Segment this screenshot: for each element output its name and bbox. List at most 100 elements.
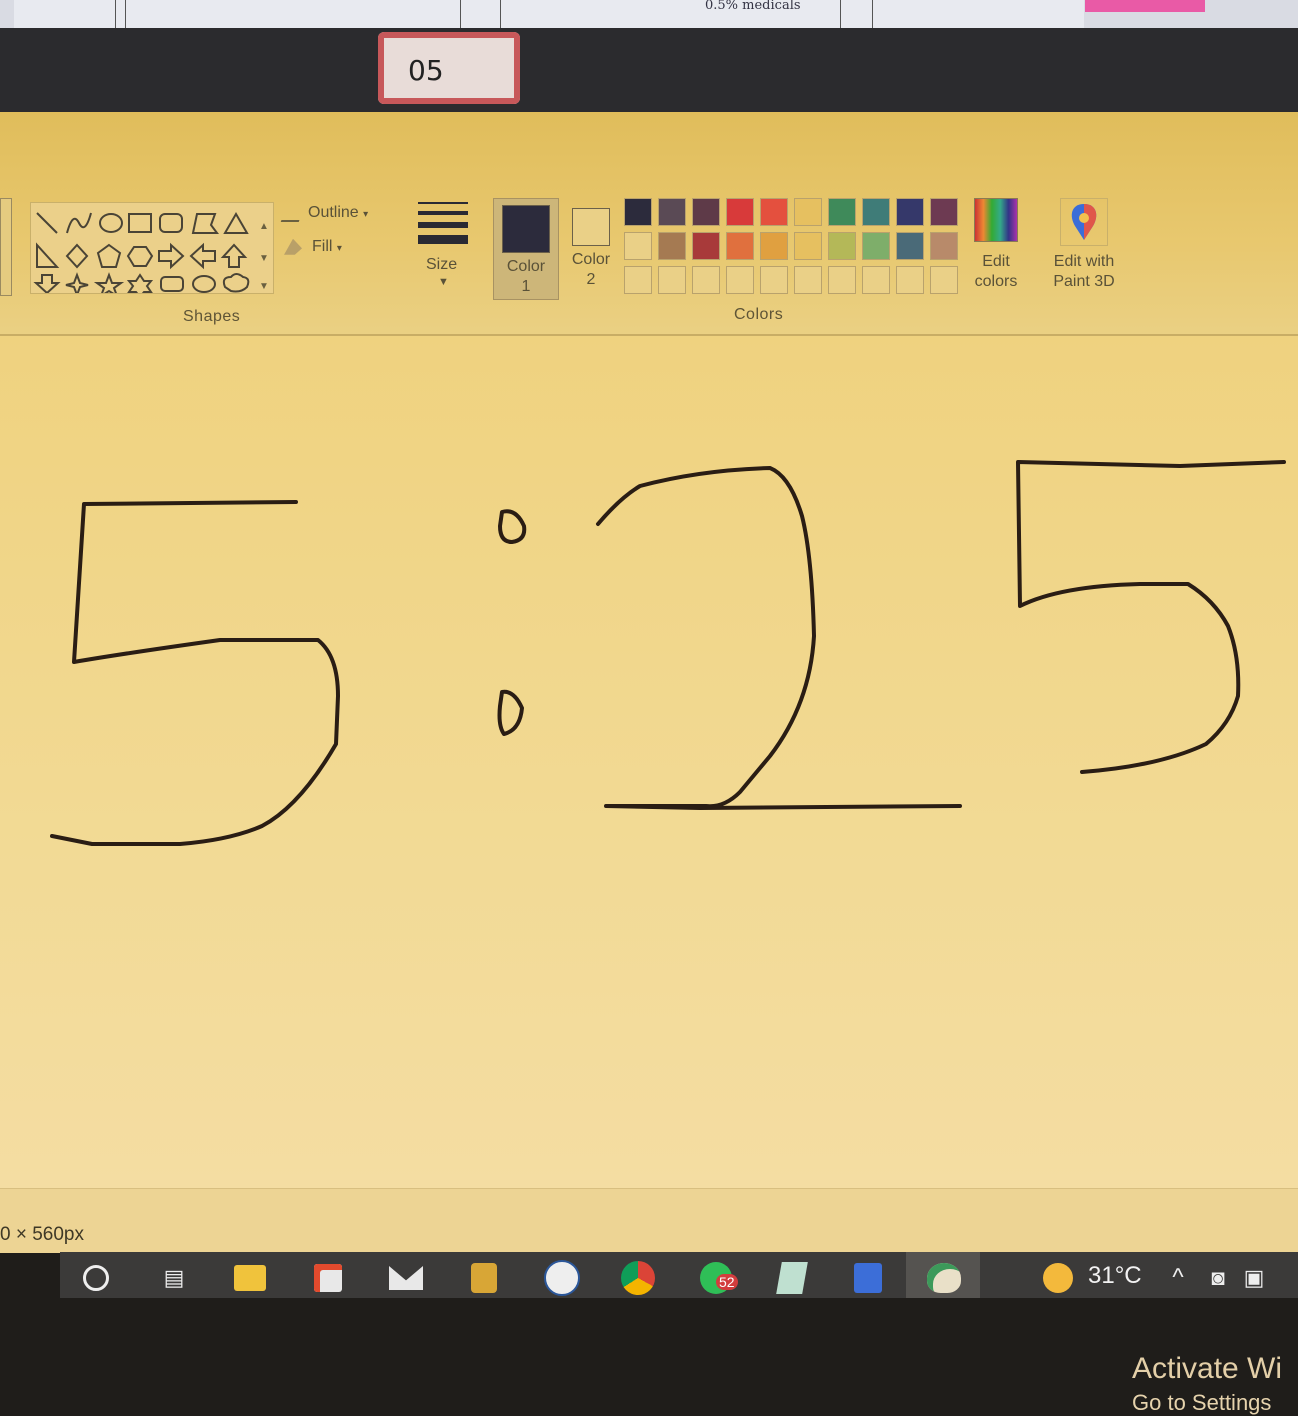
palette-swatch[interactable] xyxy=(828,266,856,294)
paint-window: ▲ ▼ ▼ Outline ▾ Fill ▾ Shapes Size ▼ Col… xyxy=(0,112,1298,1415)
oval-icon xyxy=(99,213,123,233)
color1-swatch xyxy=(502,205,550,253)
edit-colors-button[interactable]: Edit colors xyxy=(970,198,1022,292)
word-icon[interactable] xyxy=(544,1260,580,1296)
edit-paint3d-button[interactable]: Edit with Paint 3D xyxy=(1044,198,1124,292)
palette-swatch[interactable] xyxy=(828,232,856,260)
notification-badge: 52 xyxy=(716,1274,738,1290)
digit-five-stroke xyxy=(50,500,340,846)
network-icon[interactable]: ▣ xyxy=(1236,1260,1272,1296)
task-view-icon[interactable]: ▤ xyxy=(156,1260,192,1296)
paint-icon[interactable] xyxy=(926,1260,962,1296)
palette-swatch[interactable] xyxy=(794,266,822,294)
paint3d-icon xyxy=(1060,198,1108,246)
color1-button[interactable]: Color 1 xyxy=(493,198,559,300)
snipping-tool-icon[interactable] xyxy=(466,1260,502,1296)
edit-colors-label: Edit colors xyxy=(974,253,1018,290)
palette-swatch[interactable] xyxy=(692,232,720,260)
down-arrow-icon xyxy=(33,274,61,295)
oval-callout-icon xyxy=(192,275,216,293)
palette-swatch[interactable] xyxy=(726,266,754,294)
diamond-icon xyxy=(65,243,89,269)
pentagon-icon xyxy=(96,243,122,268)
meet-now-icon[interactable]: ◙ xyxy=(1200,1260,1236,1296)
palette-swatch[interactable] xyxy=(828,198,856,226)
drawing-canvas[interactable]: Activate Wi Go to Settings xyxy=(0,336,1298,1415)
file-explorer-icon[interactable] xyxy=(232,1260,268,1296)
rectangle-icon xyxy=(128,213,152,233)
shapes-gallery-icons: ▲ ▼ ▼ xyxy=(33,212,269,299)
size-label: Size xyxy=(426,256,458,273)
palette-swatch[interactable] xyxy=(624,266,652,294)
triangle-icon xyxy=(223,212,249,234)
sticky-note xyxy=(1085,0,1205,12)
palette-swatch[interactable] xyxy=(760,266,788,294)
palette-swatch[interactable] xyxy=(896,232,924,260)
edit-paint3d-label: Edit with Paint 3D xyxy=(1053,253,1115,290)
palette-swatch[interactable] xyxy=(760,232,788,260)
cortana-search-icon[interactable] xyxy=(78,1260,114,1296)
paper-line xyxy=(125,0,126,28)
monitor-bezel xyxy=(0,28,1298,118)
six-point-star-icon xyxy=(126,273,154,299)
digit-five-stroke xyxy=(1016,460,1286,774)
chevron-down-icon: ▾ xyxy=(336,243,342,254)
whatsapp-icon[interactable]: 52 xyxy=(698,1260,738,1296)
palette-swatch[interactable] xyxy=(862,232,890,260)
paper-line xyxy=(872,0,873,28)
svg-text:▼: ▼ xyxy=(259,281,269,292)
color2-swatch xyxy=(572,208,610,246)
palette-swatch[interactable] xyxy=(930,266,958,294)
color2-button[interactable]: Color 2 xyxy=(562,198,620,298)
weather-icon[interactable] xyxy=(1040,1260,1076,1296)
palette-swatch[interactable] xyxy=(692,266,720,294)
hexagon-icon xyxy=(126,246,154,267)
palette-swatch[interactable] xyxy=(930,232,958,260)
palette-swatch[interactable] xyxy=(930,198,958,226)
rounded-callout-icon xyxy=(160,276,184,292)
palette-swatch[interactable] xyxy=(726,232,754,260)
shapes-gallery[interactable]: ▲ ▼ ▼ xyxy=(30,202,274,299)
paper-line xyxy=(840,0,841,28)
palette-swatch[interactable] xyxy=(658,232,686,260)
tools-group-edge xyxy=(0,198,12,296)
temperature-text[interactable]: 31°C xyxy=(1088,1262,1142,1290)
palette-swatch[interactable] xyxy=(794,232,822,260)
up-arrow-icon xyxy=(220,243,248,268)
palette-swatch[interactable] xyxy=(624,198,652,226)
svg-text:▲: ▲ xyxy=(259,221,269,232)
size-icon[interactable] xyxy=(418,202,468,251)
microsoft-store-icon[interactable] xyxy=(310,1260,346,1296)
notepad-icon[interactable] xyxy=(774,1260,810,1296)
chrome-icon[interactable] xyxy=(620,1260,656,1296)
palette-swatch[interactable] xyxy=(896,198,924,226)
palette-swatch[interactable] xyxy=(896,266,924,294)
curve-icon xyxy=(66,212,92,234)
paper-line xyxy=(460,0,461,28)
chevron-up-icon[interactable]: ^ xyxy=(1160,1260,1196,1296)
palette-swatch[interactable] xyxy=(760,198,788,226)
outline-button[interactable]: Outline ▾ xyxy=(280,204,369,222)
colon-top-dot xyxy=(498,509,527,544)
paint-installer-icon[interactable] xyxy=(850,1260,886,1296)
palette-swatch[interactable] xyxy=(624,232,652,260)
fill-label: Fill xyxy=(312,238,333,255)
colon-bottom-dot xyxy=(497,689,524,736)
paper-line xyxy=(500,0,501,28)
line-icon xyxy=(36,212,58,234)
palette-swatch[interactable] xyxy=(794,198,822,226)
palette-swatch[interactable] xyxy=(862,266,890,294)
chevron-down-icon: ▾ xyxy=(363,209,369,221)
mail-icon[interactable] xyxy=(388,1260,424,1296)
palette-swatch[interactable] xyxy=(658,198,686,226)
rainbow-icon xyxy=(974,198,1018,242)
palette-swatch[interactable] xyxy=(692,198,720,226)
left-arrow-icon xyxy=(189,242,216,270)
fill-button[interactable]: Fill ▾ xyxy=(284,238,342,256)
color1-label: Color 1 xyxy=(506,258,546,295)
palette-swatch[interactable] xyxy=(862,198,890,226)
hand-drawn-digits xyxy=(50,460,1286,846)
palette-swatch[interactable] xyxy=(658,266,686,294)
palette-swatch[interactable] xyxy=(726,198,754,226)
outline-label: Outline xyxy=(308,204,359,222)
